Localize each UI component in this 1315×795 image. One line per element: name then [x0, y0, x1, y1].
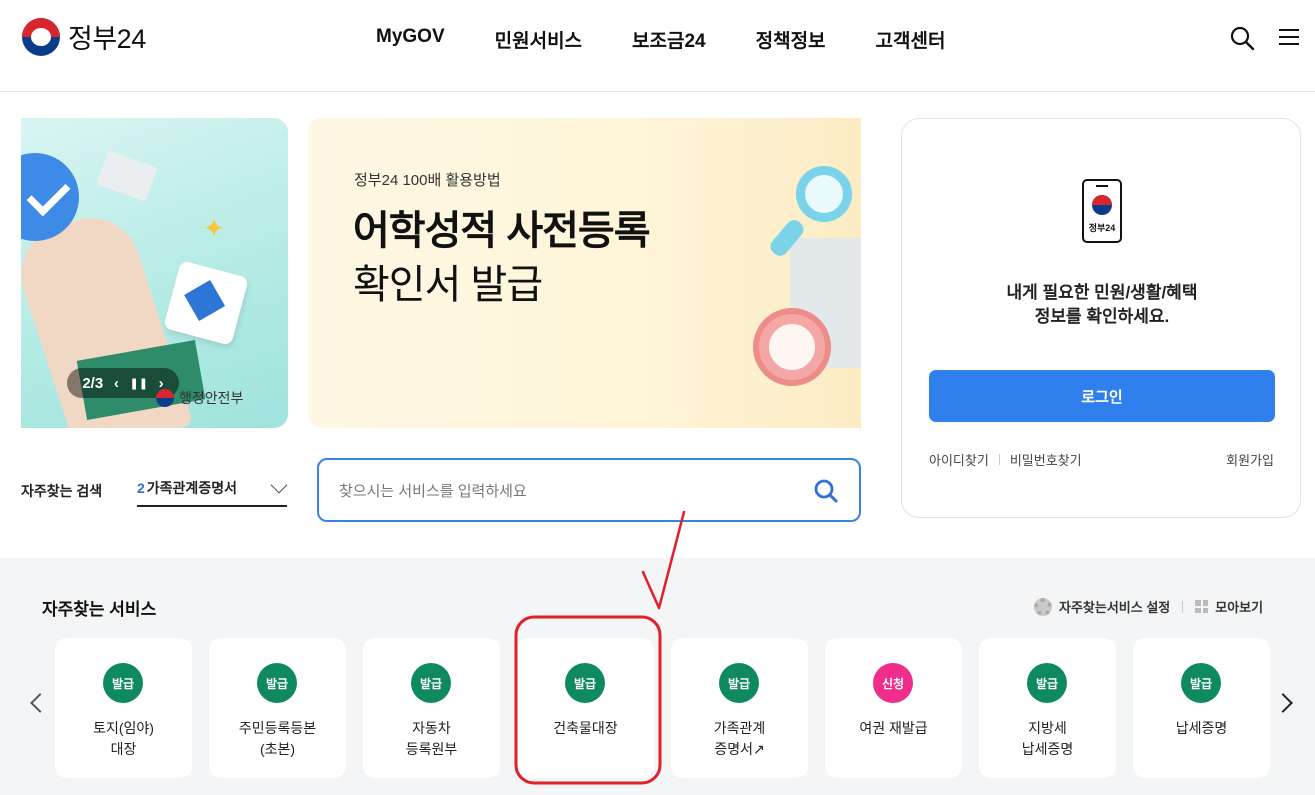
- service-label-line1: 토지(임야): [93, 720, 154, 736]
- taegeuk-small-icon: [156, 389, 174, 407]
- house-illustration: [163, 260, 249, 346]
- prev-icon[interactable]: ‹: [114, 375, 119, 392]
- nav-subsidy24[interactable]: 보조금24: [632, 26, 706, 53]
- chevron-left-icon[interactable]: [30, 693, 50, 713]
- issue-badge: 발급: [411, 663, 451, 703]
- hamburger-menu-icon[interactable]: [1276, 24, 1304, 52]
- signup-link[interactable]: 회원가입: [1226, 450, 1274, 469]
- search-icon[interactable]: [1228, 24, 1256, 52]
- service-search-input[interactable]: [339, 478, 799, 504]
- pause-icon[interactable]: ❚❚: [130, 377, 148, 390]
- login-button[interactable]: 로그인: [929, 370, 1275, 422]
- favorite-services-list: 발급 토지(임야) 대장 발급 주민등록등본 (초본) 발급 자동차 등록원부 …: [55, 638, 1270, 778]
- login-message-line2: 정보를 확인하세요.: [1034, 307, 1170, 326]
- service-label-line2: 등록원부: [405, 741, 458, 757]
- service-label-line2: 대장: [110, 741, 137, 757]
- service-label: 여권 재발급: [825, 718, 962, 739]
- service-card-vehicle-register[interactable]: 발급 자동차 등록원부: [363, 638, 500, 778]
- chevron-down-icon: [270, 476, 288, 494]
- banner-slide-left[interactable]: ✦ 2/3 ‹ ❚❚ › 행정안전부: [21, 118, 288, 428]
- service-card-building-register[interactable]: 발급 건축물대장: [517, 638, 654, 778]
- login-card: 정부24 내게 필요한 민원/생활/혜택 정보를 확인하세요. 로그인 아이디찾…: [901, 118, 1301, 518]
- find-id-link[interactable]: 아이디찾기: [929, 450, 989, 469]
- service-label: 자동차 등록원부: [363, 718, 500, 760]
- service-label: 납세증명: [1133, 718, 1270, 739]
- service-label-line1: 여권 재발급: [859, 720, 928, 736]
- nav-policy-info[interactable]: 정책정보: [756, 26, 826, 53]
- service-label-line1: 주민등록등본: [238, 720, 317, 736]
- pager-count: 2/3: [82, 374, 104, 392]
- favorite-services-controls: 자주찾는서비스 설정 모아보기: [1034, 597, 1263, 616]
- issue-badge: 발급: [257, 663, 297, 703]
- site-header: 정부24 MyGOV 민원서비스 보조금24 정책정보 고객센터: [0, 0, 1315, 92]
- service-label: 가족관계 증명서↗: [671, 718, 808, 760]
- service-label-line2: 납세증명: [1021, 741, 1074, 757]
- frequent-search-select[interactable]: 2 가족관계증명서: [137, 471, 288, 507]
- service-label: 건축물대장: [517, 718, 654, 739]
- service-label: 토지(임야) 대장: [55, 718, 192, 760]
- frequent-search-rank: 2: [137, 480, 145, 496]
- issue-badge: 발급: [103, 663, 143, 703]
- service-card-passport-reissue[interactable]: 신청 여권 재발급: [825, 638, 962, 778]
- service-label-line1: 건축물대장: [553, 720, 618, 736]
- service-card-family-certificate[interactable]: 발급 가족관계 증명서↗: [671, 638, 808, 778]
- service-card-local-tax-certificate[interactable]: 발급 지방세 납세증명: [979, 638, 1116, 778]
- service-card-tax-certificate[interactable]: 발급 납세증명: [1133, 638, 1270, 778]
- banner-subtitle: 정부24 100배 활용방법: [354, 172, 501, 189]
- nav-customer-center[interactable]: 고객센터: [876, 26, 946, 53]
- site-logo[interactable]: 정부24: [22, 17, 146, 56]
- view-all-link[interactable]: 모아보기: [1215, 597, 1263, 616]
- favorite-services-section: 자주찾는 서비스 자주찾는서비스 설정 모아보기 발급 토지(임야) 대장 발급…: [0, 558, 1315, 795]
- divider: [998, 454, 1000, 465]
- service-search-box: [317, 458, 861, 522]
- frequent-search-value: 가족관계증명서: [146, 480, 237, 496]
- find-password-link[interactable]: 비밀번호찾기: [1010, 450, 1082, 469]
- logo-text: 정부24: [68, 24, 146, 54]
- banner-title-line2: 확인서 발급: [353, 263, 543, 307]
- service-label-line1: 자동차: [412, 720, 451, 736]
- service-label-line2: (초본): [259, 741, 296, 757]
- chevron-right-icon[interactable]: [1273, 693, 1293, 713]
- favorite-services-title: 자주찾는 서비스: [42, 600, 157, 619]
- ministry-name: 행정안전부: [179, 390, 244, 406]
- service-label-line1: 납세증명: [1175, 720, 1228, 736]
- service-label-line1: 지방세: [1028, 720, 1067, 736]
- divider: [1182, 600, 1184, 613]
- issue-badge: 발급: [719, 663, 759, 703]
- search-submit-icon[interactable]: [812, 477, 840, 505]
- main-nav: MyGOV 민원서비스 보조금24 정책정보 고객센터: [376, 26, 995, 53]
- login-links: 아이디찾기 비밀번호찾기: [929, 450, 1082, 469]
- ministry-credit: 행정안전부: [156, 388, 243, 408]
- issue-badge: 발급: [1027, 663, 1067, 703]
- magnifier-illustration: [796, 166, 852, 222]
- service-label: 주민등록등본 (초본): [209, 718, 346, 760]
- service-label: 지방세 납세증명: [979, 718, 1116, 760]
- service-card-resident-register[interactable]: 발급 주민등록등본 (초본): [209, 638, 346, 778]
- taegeuk-logo-icon: [22, 17, 60, 56]
- phone-app-label: 정부24: [1088, 223, 1116, 233]
- issue-badge: 발급: [1181, 663, 1221, 703]
- star-illustration: ✦: [203, 213, 225, 243]
- banner-title: 어학성적 사전등록 확인서 발급: [353, 204, 651, 312]
- envelope-illustration: [96, 150, 158, 202]
- nav-civil-service[interactable]: 민원서비스: [495, 26, 582, 53]
- nav-mygov[interactable]: MyGOV: [376, 26, 445, 53]
- issue-badge: 발급: [565, 663, 605, 703]
- frequent-search-label: 자주찾는 검색: [21, 483, 103, 499]
- service-label-line1: 가족관계: [713, 720, 766, 736]
- login-message: 내게 필요한 민원/생활/혜택 정보를 확인하세요.: [902, 281, 1302, 329]
- banner-slide-main[interactable]: 정부24 100배 활용방법 어학성적 사전등록 확인서 발급: [308, 118, 861, 428]
- taegeuk-phone-icon: [1092, 195, 1112, 215]
- banner-title-line1: 어학성적 사전등록: [353, 209, 651, 253]
- gear-icon: [1034, 597, 1052, 616]
- login-message-line1: 내게 필요한 민원/생활/혜택: [1006, 283, 1198, 302]
- apply-badge: 신청: [873, 663, 913, 703]
- alarm-clock-illustration: [753, 308, 831, 386]
- service-label-line2: 증명서↗: [714, 741, 765, 757]
- service-card-land-register[interactable]: 발급 토지(임야) 대장: [55, 638, 192, 778]
- grid-icon: [1195, 600, 1209, 613]
- phone-icon: 정부24: [1082, 179, 1122, 243]
- favorite-settings-link[interactable]: 자주찾는서비스 설정: [1059, 597, 1170, 616]
